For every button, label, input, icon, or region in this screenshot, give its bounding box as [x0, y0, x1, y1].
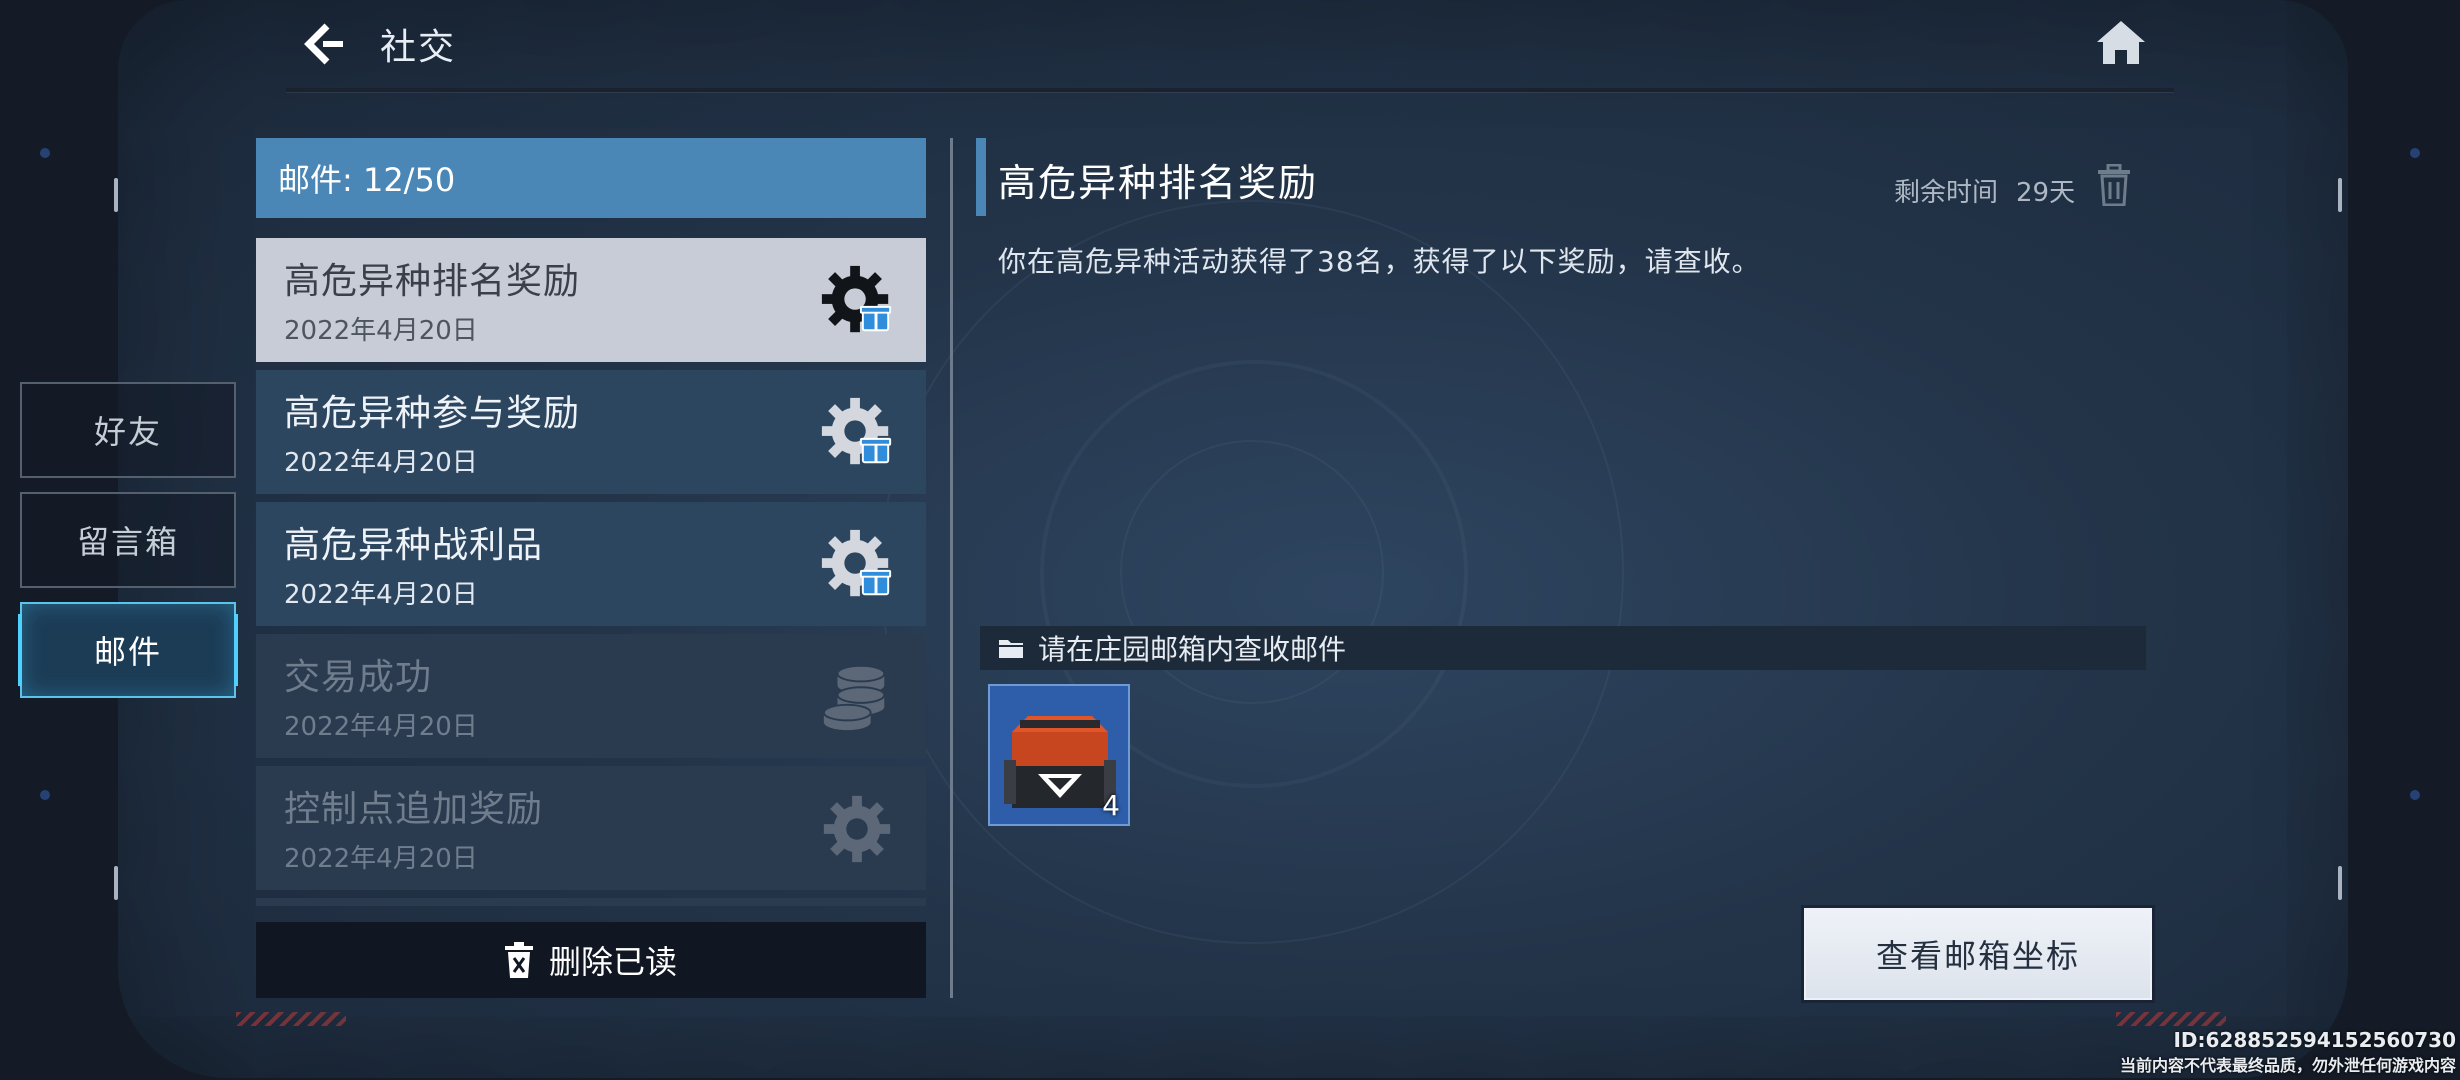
watermark-id: ID:628852594152560730 — [2173, 1028, 2456, 1052]
home-icon — [2097, 21, 2145, 64]
mail-item-control-point-reward[interactable]: 控制点追加奖励 2022年4月20日 — [256, 766, 926, 890]
remaining-time-value: 29天 — [2016, 178, 2076, 208]
edge-dot — [2410, 148, 2420, 158]
trash-icon — [504, 942, 533, 978]
back-button[interactable] — [296, 16, 352, 72]
coins-icon — [822, 664, 886, 731]
edge-dot — [40, 148, 50, 158]
mail-counter: 邮件: 12/50 — [256, 138, 926, 218]
panel-divider — [950, 138, 953, 998]
detail-title: 高危异种排名奖励 — [998, 161, 1319, 205]
watermark-note: 当前内容不代表最终品质，勿外泄任何游戏内容 — [2119, 1056, 2456, 1075]
folder-icon — [999, 640, 1023, 658]
edge-dot — [40, 790, 50, 800]
home-button[interactable] — [2090, 14, 2152, 70]
gear-icon — [823, 795, 891, 863]
view-mailbox-coordinates-button[interactable]: 查看邮箱坐标 — [1804, 908, 2152, 1000]
attachment-quantity: 4 — [1102, 789, 1120, 822]
attachment-notice-text: 请在庄园邮箱内查收邮件 — [1038, 633, 1347, 666]
delete-read-label: 删除已读 — [548, 943, 677, 981]
tab-friends[interactable]: 好友 — [20, 382, 236, 478]
back-arrow-icon — [304, 23, 343, 65]
page-title: 社交 — [380, 27, 457, 68]
header-divider — [286, 88, 2174, 92]
mail-item-participation-reward[interactable]: 高危异种参与奖励 2022年4月20日 — [256, 370, 926, 494]
delete-read-button[interactable]: 删除已读 — [256, 922, 926, 998]
tab-message-box[interactable]: 留言箱 — [20, 492, 236, 588]
remaining-time-label: 剩余时间 — [1894, 178, 1999, 208]
delete-mail-trash-icon[interactable] — [2096, 164, 2132, 206]
edge-dot — [2410, 790, 2420, 800]
gear-gift-icon — [821, 397, 892, 465]
mail-item-trade-success[interactable]: 交易成功 2022年4月20日 — [256, 634, 926, 758]
decorative-stripe — [236, 1012, 346, 1026]
decorative-stripe — [2116, 1012, 2226, 1026]
edge-marker — [2338, 178, 2342, 212]
mail-item-rank-reward[interactable]: 高危异种排名奖励 2022年4月20日 — [256, 238, 926, 362]
edge-marker — [114, 866, 118, 900]
mail-item-spoils[interactable]: 高危异种战利品 2022年4月20日 — [256, 502, 926, 626]
edge-marker — [114, 178, 118, 212]
gear-gift-icon — [821, 265, 892, 333]
tab-mail[interactable]: 邮件 — [18, 602, 238, 698]
edge-marker — [2338, 866, 2342, 900]
mail-list[interactable]: 高危异种排名奖励 2022年4月20日 高危异种参与奖励 2022年4月20日 — [256, 238, 926, 906]
attachment-notice-bar: 请在庄园邮箱内查收邮件 — [980, 626, 2146, 670]
detail-title-accent — [976, 138, 986, 216]
mail-item-partial[interactable] — [256, 898, 926, 906]
mail-body-text: 你在高危异种活动获得了38名，获得了以下奖励，请查收。 — [998, 245, 1761, 278]
gear-gift-icon — [821, 529, 892, 597]
attachment-item-slot[interactable]: 4 — [988, 684, 1130, 826]
watermark: ID:628852594152560730 当前内容不代表最终品质，勿外泄任何游… — [2120, 1028, 2456, 1076]
